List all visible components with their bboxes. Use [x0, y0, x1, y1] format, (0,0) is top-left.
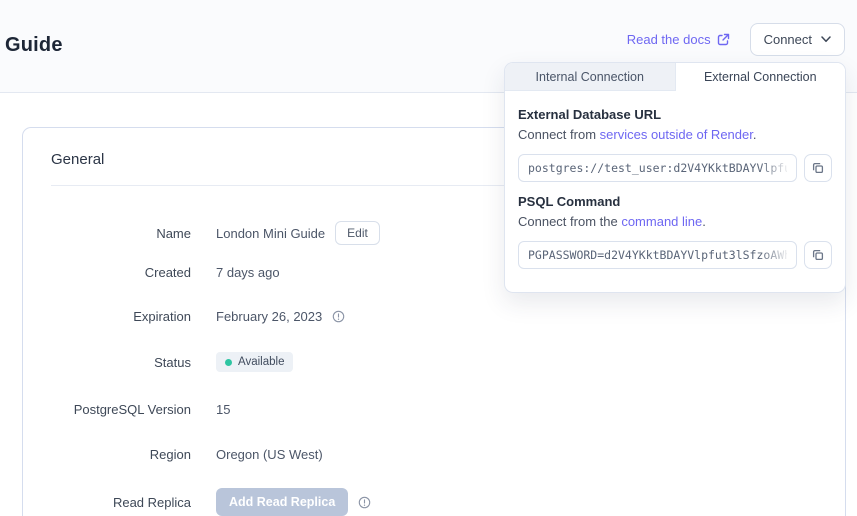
row-status: Status Available — [23, 352, 825, 372]
popover-body: External Database URL Connect from servi… — [505, 91, 845, 293]
read-the-docs-label: Read the docs — [627, 32, 711, 47]
row-read-replica: Read Replica Add Read Replica — [23, 488, 825, 516]
status-dot-icon — [225, 359, 232, 366]
row-region-label: Region — [23, 447, 191, 462]
copy-icon — [811, 161, 825, 175]
row-name-label: Name — [23, 226, 191, 241]
chevron-down-icon — [821, 36, 831, 43]
description-text: Connect from the — [518, 214, 621, 229]
psql-command-description: Connect from the command line. — [518, 214, 832, 229]
tab-internal-connection[interactable]: Internal Connection — [505, 63, 676, 91]
connect-button[interactable]: Connect — [750, 23, 845, 56]
row-status-label: Status — [23, 355, 191, 370]
status-badge: Available — [216, 352, 293, 372]
external-db-url-heading: External Database URL — [518, 107, 832, 122]
description-suffix: . — [753, 127, 757, 142]
row-postgres-version-value: 15 — [216, 402, 230, 417]
row-postgres-version: PostgreSQL Version 15 — [23, 402, 825, 417]
row-read-replica-label: Read Replica — [23, 495, 191, 510]
external-db-url-description: Connect from services outside of Render. — [518, 127, 832, 142]
header-actions: Read the docs Connect — [627, 23, 845, 56]
read-replica-info-icon[interactable] — [358, 496, 371, 509]
external-link-icon — [717, 33, 730, 46]
description-text: Connect from — [518, 127, 600, 142]
edit-name-button[interactable]: Edit — [335, 221, 380, 245]
row-expiration-label: Expiration — [23, 309, 191, 324]
row-expiration: Expiration February 26, 2023 — [23, 309, 825, 324]
row-expiration-value: February 26, 2023 — [216, 309, 322, 324]
connect-popover: Internal Connection External Connection … — [504, 62, 846, 293]
row-name-value: London Mini Guide — [216, 226, 325, 241]
add-read-replica-button[interactable]: Add Read Replica — [216, 488, 348, 516]
copy-psql-command-button[interactable] — [804, 241, 832, 269]
tab-external-connection[interactable]: External Connection — [676, 63, 846, 91]
external-db-url-field-wrap — [518, 154, 797, 182]
row-region: Region Oregon (US West) — [23, 447, 825, 462]
row-postgres-version-label: PostgreSQL Version — [23, 402, 191, 417]
connect-button-label: Connect — [764, 32, 812, 47]
general-card-heading: General — [51, 151, 104, 168]
external-db-url-input[interactable] — [518, 154, 797, 182]
read-the-docs-link[interactable]: Read the docs — [627, 32, 730, 47]
psql-command-heading: PSQL Command — [518, 194, 832, 209]
psql-command-input[interactable] — [518, 241, 797, 269]
row-created-label: Created — [23, 265, 191, 280]
services-outside-render-link[interactable]: services outside of Render — [600, 127, 753, 142]
expiration-info-icon[interactable] — [332, 310, 345, 323]
connection-tabs: Internal Connection External Connection — [505, 63, 845, 91]
copy-icon — [811, 248, 825, 262]
status-badge-label: Available — [238, 356, 284, 368]
command-line-link[interactable]: command line — [621, 214, 702, 229]
page-title: Guide — [5, 34, 63, 57]
description-suffix: . — [702, 214, 706, 229]
row-created-value: 7 days ago — [216, 265, 280, 280]
psql-command-field-wrap — [518, 241, 797, 269]
row-region-value: Oregon (US West) — [216, 447, 323, 462]
copy-external-url-button[interactable] — [804, 154, 832, 182]
